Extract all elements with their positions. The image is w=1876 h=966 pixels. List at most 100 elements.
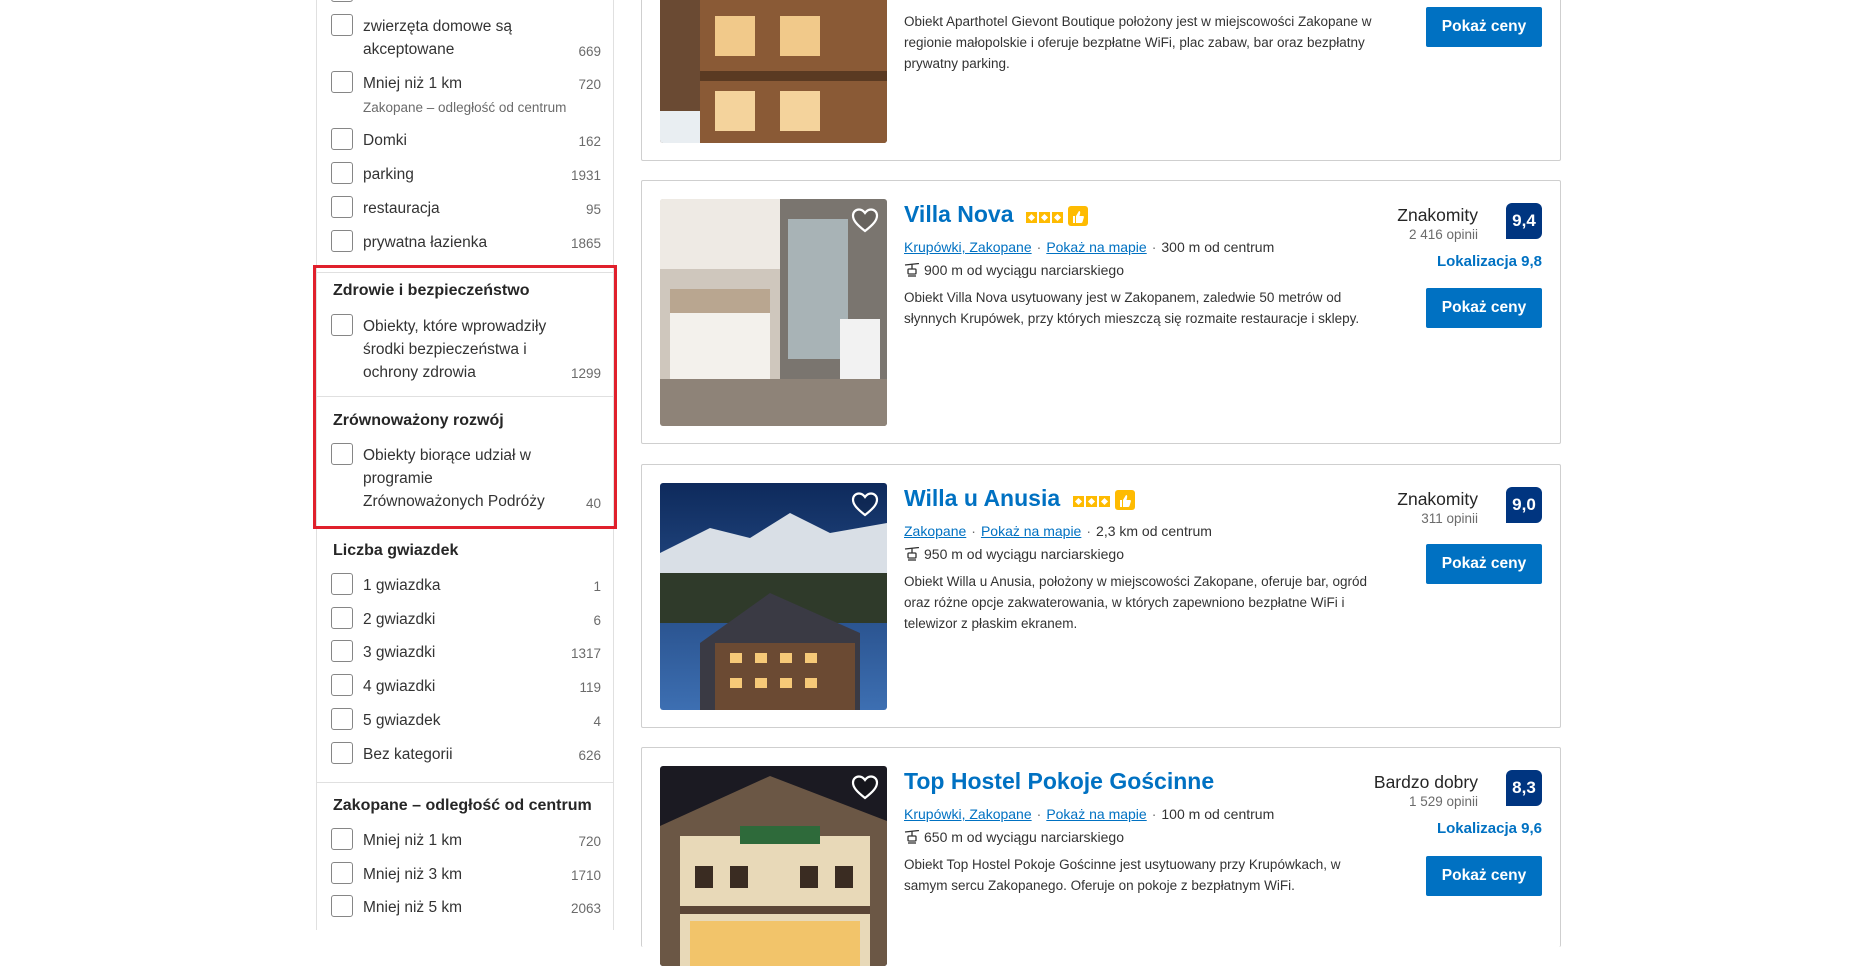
review-score[interactable]: Znakomity 2 416 opinii 9,4 Lokalizacja 9… (1322, 203, 1542, 273)
ski-lift-distance: 950 m od wyciągu narciarskiego (924, 546, 1124, 562)
filter-label: prywatna łazienka (363, 234, 488, 251)
checkbox[interactable] (331, 573, 353, 595)
show-prices-button[interactable]: Pokaż ceny (1426, 856, 1542, 896)
thumbs-up-icon (1114, 489, 1135, 510)
section-title-stars: Liczba gwiazdek (333, 542, 459, 559)
checkbox[interactable] (331, 162, 353, 184)
review-score[interactable]: Znakomity 311 opinii 9,0 (1322, 487, 1542, 527)
filter-label: 3 gwiazdki (363, 644, 436, 661)
mountain-villa-photo-icon (660, 483, 887, 710)
property-name-link[interactable]: Villa Nova (904, 201, 1088, 229)
section-title-health: Zdrowie i bezpieczeństwo (333, 282, 530, 299)
filter-count: 720 (578, 834, 601, 849)
ski-lift-icon (904, 547, 920, 561)
score-badge: 8,3 (1506, 770, 1542, 806)
filter-label: 4 gwiazdki (363, 678, 436, 695)
chalet-photo-icon (660, 0, 887, 143)
location-score: Lokalizacja 9,6 (1436, 820, 1542, 837)
filter-count: 40 (585, 496, 601, 511)
filter-label: 1 gwiazdka (363, 577, 441, 594)
divider (317, 272, 613, 273)
area-link[interactable]: Zakopane (904, 523, 966, 539)
property-card-top-hostel: Top Hostel Pokoje Gościnne Krupówki, Zak… (641, 747, 1561, 966)
star-icon (1085, 496, 1097, 508)
filter-count: 1931 (570, 168, 601, 183)
star-icon (1025, 212, 1037, 224)
score-badge: 9,0 (1506, 487, 1542, 523)
checkbox[interactable] (331, 607, 353, 629)
filter-count: 1710 (570, 868, 601, 883)
property-description: Obiekt Willa u Anusia, położony w miejsc… (904, 574, 1367, 631)
show-prices-button[interactable]: Pokaż ceny (1426, 7, 1542, 47)
ski-lift-row: 900 m od wyciągu narciarskiego (904, 262, 1124, 278)
checkbox[interactable] (331, 742, 353, 764)
favorite-heart-icon[interactable] (851, 491, 879, 517)
area-link[interactable]: Krupówki, Zakopane (904, 239, 1032, 255)
favorite-heart-icon[interactable] (851, 774, 879, 800)
separator-dot: · (1151, 239, 1157, 255)
score-word: Znakomity (1397, 489, 1478, 509)
checkbox[interactable] (331, 71, 353, 93)
checkbox[interactable] (331, 674, 353, 696)
score-badge: 9,4 (1506, 203, 1542, 239)
property-photo[interactable] (660, 766, 887, 966)
star-rating (1072, 486, 1112, 513)
show-on-map-link[interactable]: Pokaż na mapie (1046, 239, 1146, 255)
filter-label: 2 gwiazdki (363, 611, 436, 628)
checkbox[interactable] (331, 128, 353, 150)
property-name[interactable]: Willa u Anusia (904, 485, 1060, 511)
property-description: Obiekt Villa Nova usytuowany jest w Zako… (904, 290, 1360, 326)
checkbox[interactable] (331, 862, 353, 884)
ski-lift-row: 950 m od wyciągu narciarskiego (904, 546, 1124, 562)
distance-from-center: 2,3 km od centrum (1096, 523, 1212, 539)
checkbox[interactable] (331, 196, 353, 218)
property-photo[interactable] (660, 483, 887, 710)
section-title-distance: Zakopane – odległość od centrum (333, 797, 592, 814)
star-icon (1098, 496, 1110, 508)
show-prices-button[interactable]: Pokaż ceny (1426, 544, 1542, 584)
ski-lift-icon (904, 830, 920, 844)
distance-from-center: 100 m od centrum (1161, 806, 1275, 822)
star-icon (1038, 212, 1050, 224)
property-card-villa-nova: Villa Nova Krupówki, Zakopane · Pokaż na m… (641, 180, 1561, 444)
checkbox[interactable] (331, 640, 353, 662)
filter-label: zwierzęta domowe są akceptowane (363, 18, 513, 58)
checkbox[interactable] (331, 314, 353, 336)
ski-lift-distance: 650 m od wyciągu narciarskiego (924, 829, 1124, 845)
score-word: Znakomity (1397, 205, 1478, 225)
checkbox[interactable] (331, 708, 353, 730)
filter-count: 1865 (570, 236, 601, 251)
filter-label: Bez kategorii (363, 746, 453, 763)
filter-label: Obiekty, które wprowadziły środki bezpie… (363, 318, 547, 381)
show-prices-button[interactable]: Pokaż ceny (1426, 288, 1542, 328)
checkbox[interactable] (331, 828, 353, 850)
favorite-heart-icon[interactable] (851, 207, 879, 233)
show-on-map-link[interactable]: Pokaż na mapie (1046, 806, 1146, 822)
checkbox[interactable] (331, 443, 353, 465)
location-row: Krupówki, Zakopane · Pokaż na mapie · 300 m … (904, 239, 1274, 255)
review-score[interactable]: Bardzo dobry 1 529 opinii 8,3 Lokalizacj… (1322, 770, 1542, 840)
property-photo[interactable] (660, 199, 887, 426)
section-title-sustainability: Zrównoważony rozwój (333, 412, 504, 429)
filter-count: 626 (578, 748, 601, 763)
filter-count: 119 (579, 680, 601, 695)
property-name-link[interactable]: Top Hostel Pokoje Gościnne (904, 768, 1214, 795)
filter-label: Mniej niż 3 km (363, 866, 463, 883)
location-score: Lokalizacja 9,8 (1436, 253, 1542, 270)
property-name-link[interactable]: Willa u Anusia (904, 485, 1135, 513)
checkbox[interactable] (331, 14, 353, 36)
show-on-map-link[interactable]: Pokaż na mapie (981, 523, 1081, 539)
divider (317, 396, 613, 397)
area-link[interactable]: Krupówki, Zakopane (904, 806, 1032, 822)
checkbox-partial[interactable] (331, 0, 353, 2)
filter-count: 1317 (570, 646, 601, 661)
property-name[interactable]: Top Hostel Pokoje Gościnne (904, 768, 1214, 794)
filter-count: 4 (593, 714, 601, 729)
checkbox[interactable] (331, 895, 353, 917)
property-photo[interactable] (660, 0, 887, 143)
checkbox[interactable] (331, 230, 353, 252)
divider (317, 528, 613, 529)
property-name[interactable]: Villa Nova (904, 201, 1014, 227)
filters-sidebar: zwierzęta domowe są akceptowane 669 Mnie… (316, 0, 614, 930)
filter-count: 2063 (570, 901, 601, 916)
